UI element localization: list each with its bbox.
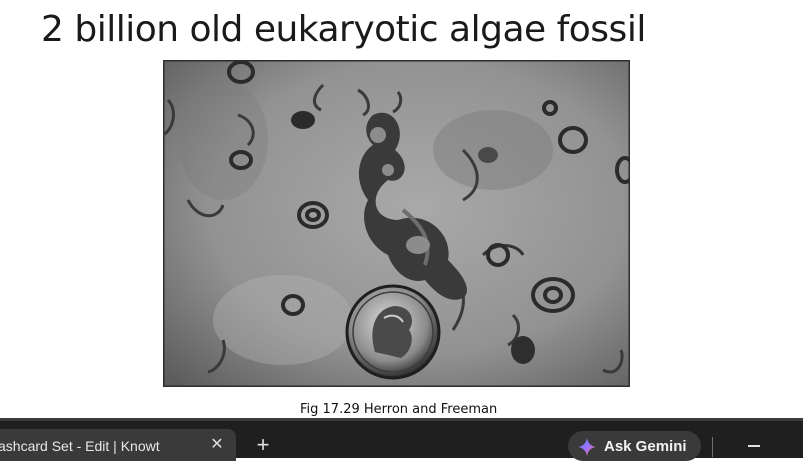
presentation-slide: 2 billion old eukaryotic algae fossil Fi… [0,0,803,418]
tab-title: ashcard Set - Edit | Knowt [0,438,160,454]
fossil-photo [163,60,630,387]
figure-caption: Fig 17.29 Herron and Freeman [300,402,498,417]
slide-title: 2 billion old eukaryotic algae fossil [41,9,646,50]
plus-icon[interactable]: + [252,434,274,457]
browser-tab-bar: ashcard Set - Edit | Knowt ✕ + Ask Gemin… [0,418,803,461]
ask-gemini-label: Ask Gemini [604,438,687,455]
toolbar-divider [712,437,713,457]
ask-gemini-button[interactable]: Ask Gemini [568,431,701,461]
minimize-icon[interactable] [748,437,762,451]
browser-tab-active[interactable]: ashcard Set - Edit | Knowt ✕ [0,429,236,461]
gemini-sparkle-icon [578,438,596,456]
close-icon[interactable]: ✕ [207,435,227,455]
